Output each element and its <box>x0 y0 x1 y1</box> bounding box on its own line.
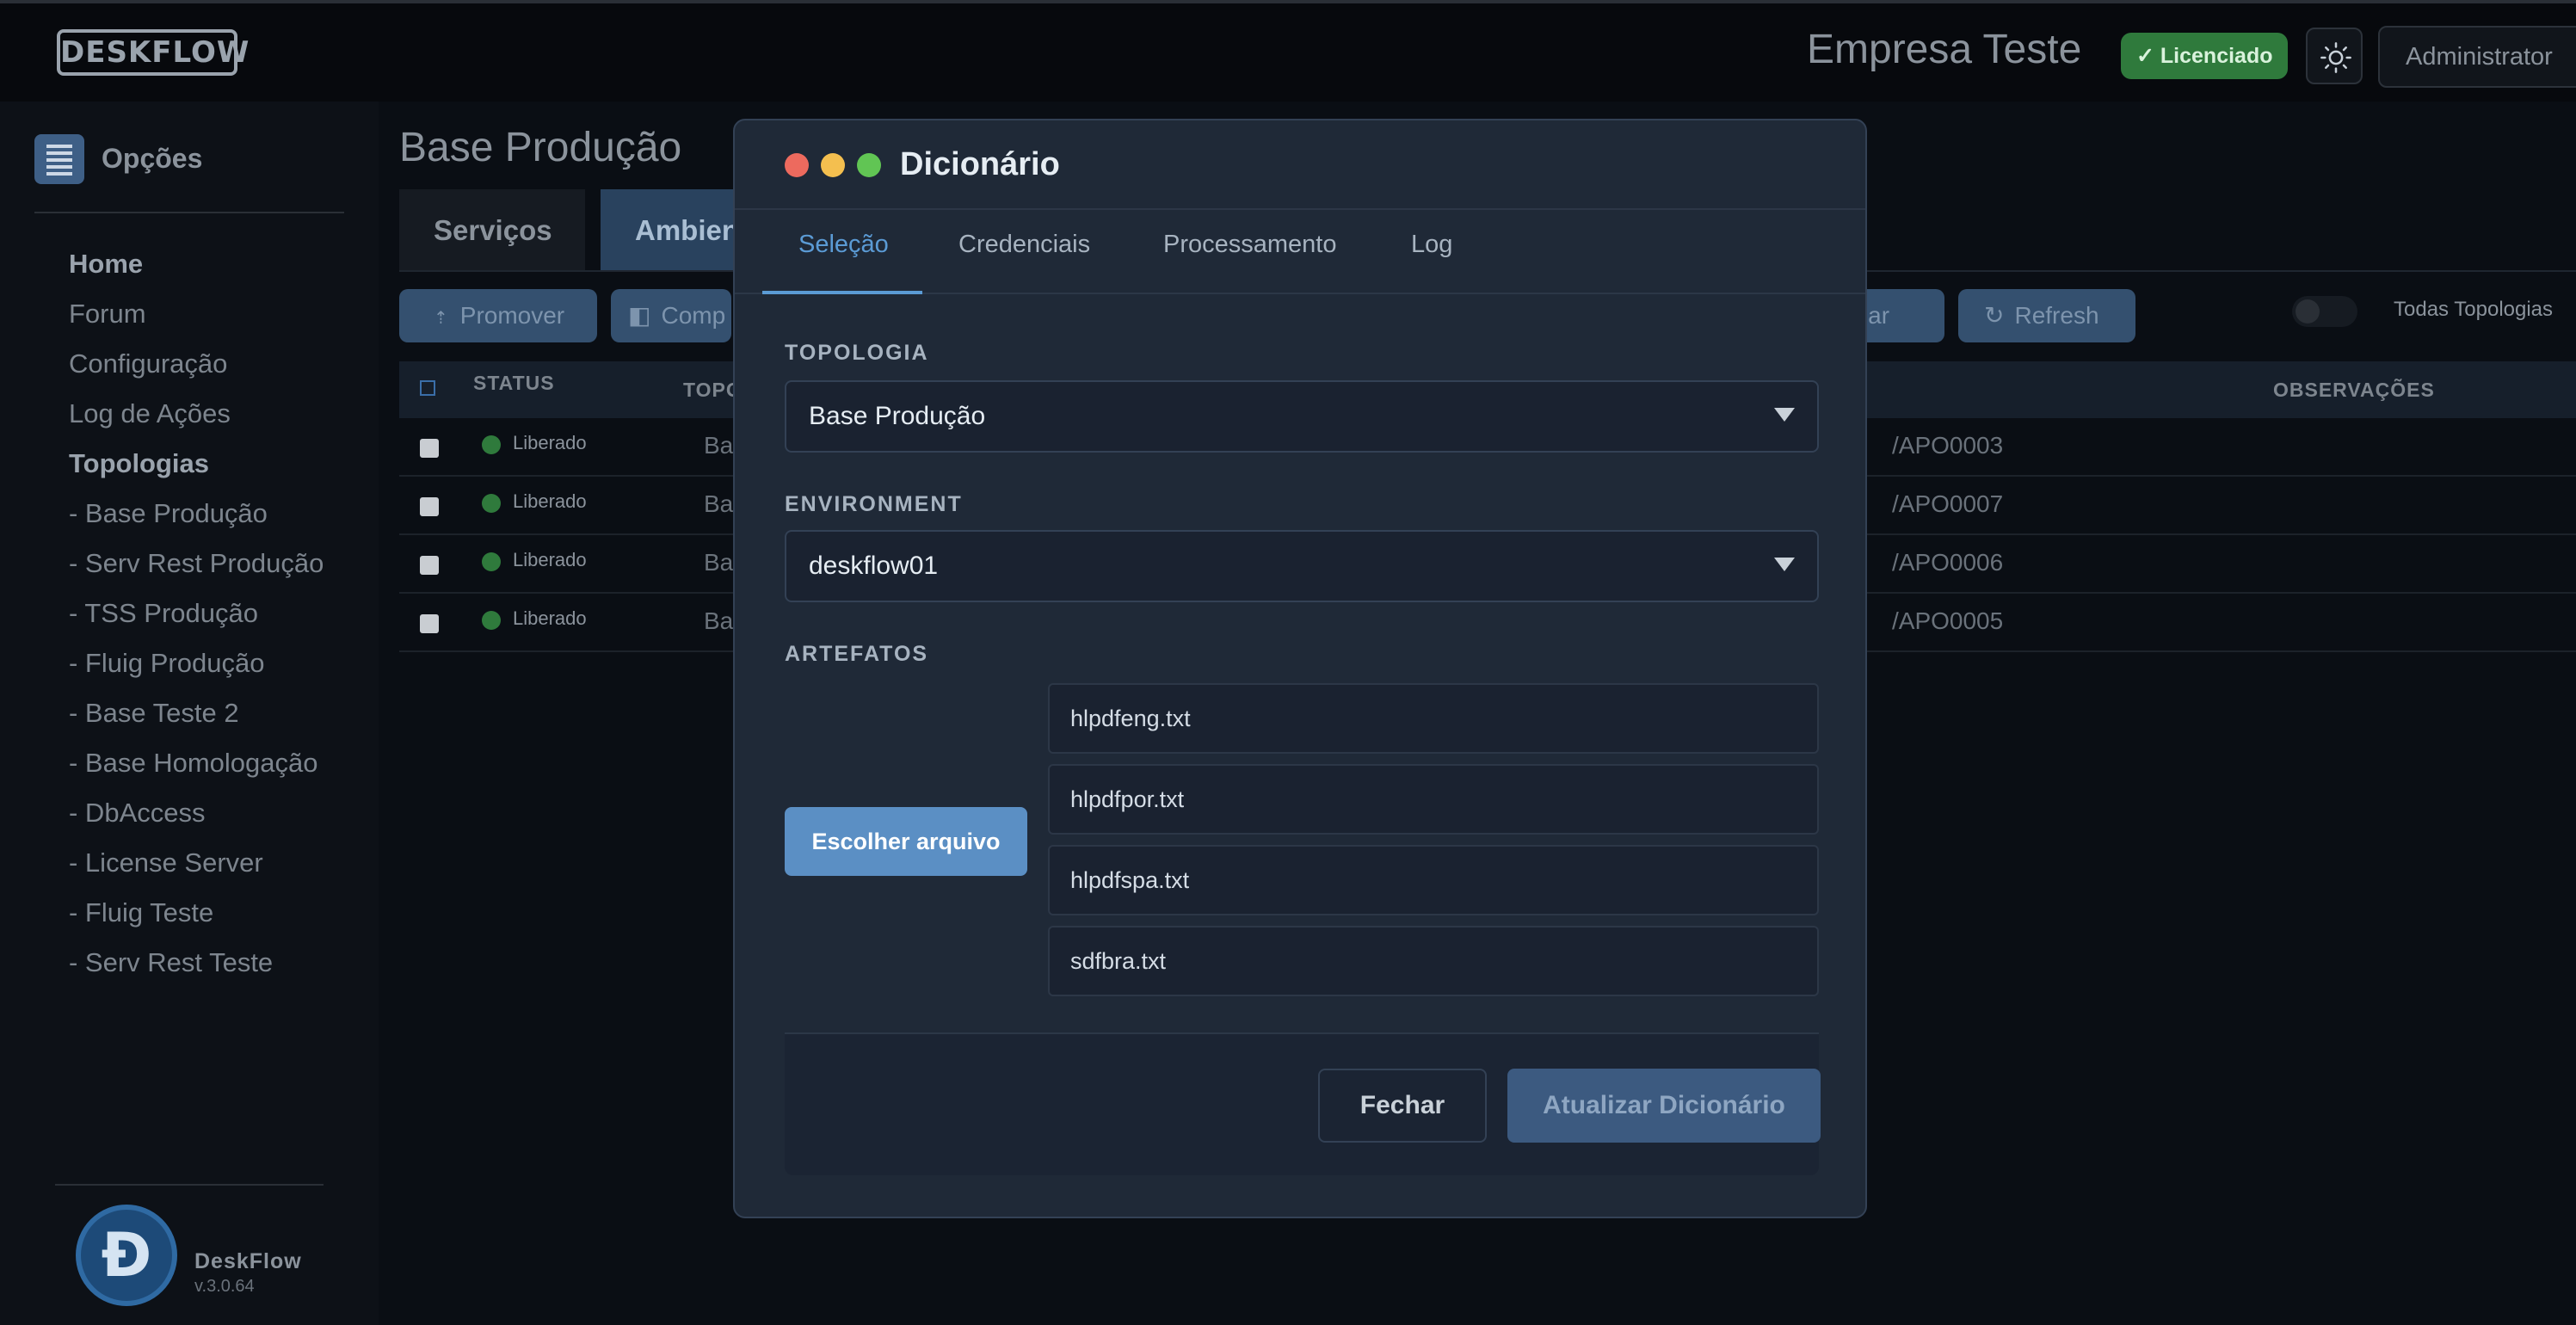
deskflow-logo: DESKFLOW <box>57 29 249 76</box>
dictionary-modal: Dicionário Seleção Credenciais Processam… <box>733 119 1867 1218</box>
sidebar: Opções Home Forum Configuração Log de Aç… <box>0 102 379 1325</box>
topologia-label: TOPOLOGIA <box>785 341 929 365</box>
environment-select[interactable]: deskflow01 <box>785 530 1819 602</box>
chevron-down-icon <box>1774 408 1795 422</box>
window-close-dot[interactable] <box>785 153 809 177</box>
toggle-label: Todas Topologias <box>2394 298 2554 321</box>
sidebar-topology-item[interactable]: - Serv Rest Produção <box>69 539 324 589</box>
select-all-checkbox[interactable] <box>420 380 435 396</box>
divider <box>735 208 1865 210</box>
status-text: Liberado <box>513 490 587 512</box>
brand-name: DeskFlow <box>194 1249 302 1273</box>
sidebar-topology-item[interactable]: - Base Homologação <box>69 738 324 788</box>
modal-footer: Fechar Atualizar Dicionário <box>785 1032 1821 1175</box>
company-name: Empresa Teste <box>1807 27 2082 72</box>
col-status: STATUS <box>473 372 555 394</box>
path-cell: /APO0005 <box>1892 607 2004 634</box>
app-version: v.3.0.64 <box>194 1277 255 1296</box>
window-maximize-dot[interactable] <box>857 153 881 177</box>
path-cell: /APO0003 <box>1892 432 2004 459</box>
environment-label: ENVIRONMENT <box>785 492 963 516</box>
page-title: Base Produção <box>399 125 682 170</box>
row-checkbox[interactable] <box>420 439 439 458</box>
sidebar-nav: Home Forum Configuração Log de Ações Top… <box>69 239 324 988</box>
sidebar-topology-item[interactable]: - License Server <box>69 838 324 888</box>
close-button[interactable]: Fechar <box>1318 1069 1487 1143</box>
file-item[interactable]: sdfbra.txt <box>1048 926 1819 996</box>
row-checkbox[interactable] <box>420 556 439 575</box>
list-icon[interactable] <box>34 134 84 184</box>
chevron-down-icon <box>1774 558 1795 571</box>
compare-icon: ◧ <box>628 302 651 329</box>
sidebar-section-topologias: Topologias <box>69 448 210 478</box>
sun-icon <box>2320 42 2351 73</box>
sidebar-topology-item[interactable]: - DbAccess <box>69 788 324 838</box>
status-dot <box>482 552 501 571</box>
row-checkbox[interactable] <box>420 614 439 633</box>
sidebar-topology-item[interactable]: - Base Teste 2 <box>69 688 324 738</box>
deskflow-brand-logo: Ð <box>76 1205 177 1306</box>
topologia-select[interactable]: Base Produção <box>785 380 1819 453</box>
sidebar-item-home[interactable]: Home <box>69 239 324 289</box>
sidebar-topology-item[interactable]: - TSS Produção <box>69 589 324 638</box>
path-cell: /APO0006 <box>1892 549 2004 576</box>
col-observacoes: OBSERVAÇÕES <box>2273 379 2435 401</box>
top-bar: DESKFLOW Empresa Teste ✓ Licenciado Admi… <box>0 0 2576 102</box>
sidebar-topology-item[interactable]: - Fluig Teste <box>69 888 324 938</box>
upload-icon: ⇡ <box>434 309 448 328</box>
row-checkbox[interactable] <box>420 497 439 516</box>
status-text: Liberado <box>513 432 587 453</box>
status-dot <box>482 435 501 454</box>
sidebar-item-configuracao[interactable]: Configuração <box>69 339 324 389</box>
file-item[interactable]: hlpdfspa.txt <box>1048 845 1819 915</box>
status-dot <box>482 611 501 630</box>
choose-file-button[interactable]: Escolher arquivo <box>785 807 1027 876</box>
file-item[interactable]: hlpdfeng.txt <box>1048 683 1819 754</box>
sidebar-title: Opções <box>102 143 203 174</box>
modal-title: Dicionário <box>900 146 1060 182</box>
sidebar-topology-item[interactable]: - Serv Rest Teste <box>69 938 324 988</box>
status-text: Liberado <box>513 549 587 570</box>
status-dot <box>482 494 501 513</box>
tab-servicos[interactable]: Serviços <box>399 189 585 272</box>
tab-processamento[interactable]: Processamento <box>1163 231 1337 259</box>
divider <box>55 1184 324 1186</box>
sidebar-item-forum[interactable]: Forum <box>69 289 324 339</box>
license-badge: ✓ Licenciado <box>2121 33 2289 79</box>
sidebar-item-log-acoes[interactable]: Log de Ações <box>69 389 324 439</box>
sidebar-topology-item[interactable]: - Base Produção <box>69 489 324 539</box>
update-dictionary-button[interactable]: Atualizar Dicionário <box>1507 1069 1821 1143</box>
window-minimize-dot[interactable] <box>821 153 845 177</box>
artefatos-label: ARTEFATOS <box>785 642 929 666</box>
status-text: Liberado <box>513 607 587 629</box>
sidebar-topology-item[interactable]: - Fluig Produção <box>69 638 324 688</box>
refresh-icon: ↻ <box>1984 302 2005 329</box>
tab-selecao[interactable]: Seleção <box>798 231 889 259</box>
compare-button[interactable]: ◧ Comp <box>611 289 731 342</box>
divider <box>34 212 344 213</box>
tab-log[interactable]: Log <box>1411 231 1452 259</box>
user-menu-button[interactable]: Administrator <box>2378 26 2576 88</box>
path-cell: /APO0007 <box>1892 490 2004 517</box>
promover-button[interactable]: ⇡ Promover <box>399 289 597 342</box>
file-item[interactable]: hlpdfpor.txt <box>1048 764 1819 835</box>
all-topologies-toggle[interactable] <box>2292 296 2357 327</box>
refresh-button[interactable]: ↻ Refresh <box>1958 289 2135 342</box>
theme-toggle-button[interactable] <box>2306 28 2363 84</box>
tab-credenciais[interactable]: Credenciais <box>958 231 1090 259</box>
active-tab-indicator <box>762 291 922 294</box>
